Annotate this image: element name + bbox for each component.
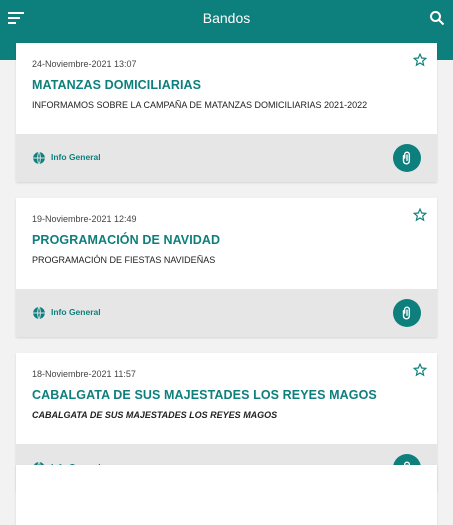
globe-icon	[32, 306, 46, 320]
bando-card[interactable]: 24-Noviembre-2021 13:07 MATANZAS DOMICIL…	[16, 43, 437, 182]
card-title: CABALGATA DE SUS MAJESTADES LOS REYES MA…	[32, 388, 377, 402]
card-category: Info General	[51, 307, 101, 317]
bando-card[interactable]: 19-Noviembre-2021 12:49 PROGRAMACIÓN DE …	[16, 198, 437, 337]
card-date: 18-Noviembre-2021 11:57	[32, 369, 136, 379]
star-icon[interactable]	[412, 207, 428, 222]
card-category: Info General	[51, 152, 101, 162]
card-title: PROGRAMACIÓN DE NAVIDAD	[32, 233, 221, 247]
star-icon[interactable]	[412, 362, 428, 377]
card-footer: Info General	[16, 289, 437, 337]
card-description: PROGRAMACIÓN DE FIESTAS NAVIDEÑAS	[32, 255, 216, 265]
paperclip-icon	[402, 151, 411, 165]
paperclip-icon	[402, 306, 411, 320]
card-title: MATANZAS DOMICILIARIAS	[32, 78, 202, 92]
globe-icon	[32, 151, 46, 165]
card-footer: Info General	[16, 134, 437, 182]
card-date: 19-Noviembre-2021 12:49	[32, 214, 137, 224]
star-icon[interactable]	[412, 52, 428, 67]
card-description: INFORMAMOS SOBRE LA CAMPAÑA DE MATANZAS …	[32, 100, 368, 110]
bando-card-partial[interactable]	[16, 465, 437, 525]
attachment-button[interactable]	[393, 144, 421, 172]
card-description: CABALGATA DE SUS MAJESTADES LOS REYES MA…	[32, 410, 278, 420]
page-title: Bandos	[202, 10, 251, 26]
attachment-button[interactable]	[393, 299, 421, 327]
search-icon[interactable]	[429, 10, 445, 26]
card-date: 24-Noviembre-2021 13:07	[32, 59, 137, 69]
